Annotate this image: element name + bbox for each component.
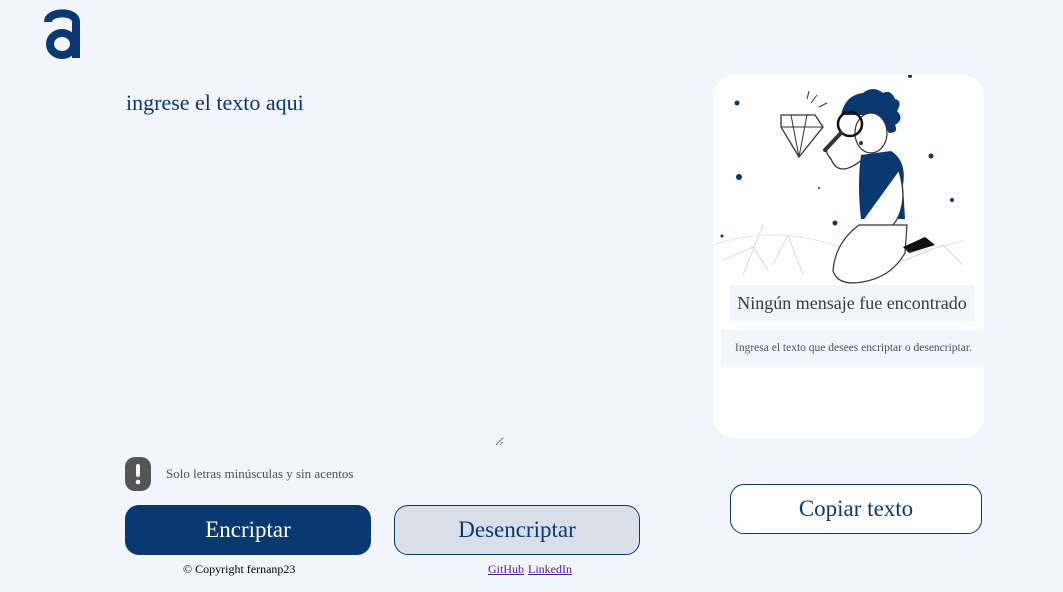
text-input-area <box>118 80 504 446</box>
linkedin-link[interactable]: LinkedIn <box>528 562 572 576</box>
footer-links: GitHub LinkedIn <box>488 562 576 577</box>
boy-with-magnifying-glass-illustration <box>713 75 964 284</box>
output-panel: Ningún mensaje fue encontrado Ingresa el… <box>713 75 984 438</box>
github-link[interactable]: GitHub <box>488 562 524 576</box>
decrypt-button[interactable]: Desencriptar <box>394 505 640 555</box>
warning-text: Solo letras minúsculas y sin acentos <box>166 466 354 481</box>
warning-note: Solo letras minúsculas y sin acentos <box>125 456 353 492</box>
copy-button[interactable]: Copiar texto <box>730 484 982 534</box>
text-input[interactable] <box>118 80 504 446</box>
encrypt-button[interactable]: Encriptar <box>125 505 371 555</box>
copyright-text: © Copyright fernanp23 <box>183 562 296 576</box>
no-message-title: Ningún mensaje fue encontrado <box>730 285 974 321</box>
alura-logo-icon[interactable] <box>42 6 82 60</box>
exclamation-icon <box>125 457 151 491</box>
no-message-text: Ingresa el texto que desees encriptar o … <box>721 330 984 366</box>
resize-grip-icon[interactable] <box>975 429 983 437</box>
